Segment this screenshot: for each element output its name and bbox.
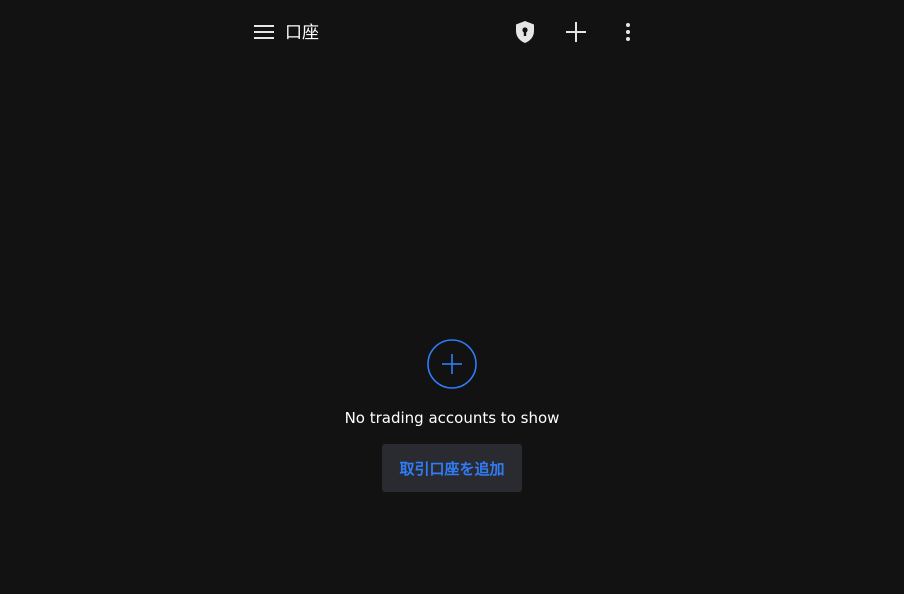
add-trading-account-button[interactable]: 取引口座を追加 <box>382 444 522 492</box>
app-bar: 口座 <box>0 0 904 64</box>
shield-keyhole-icon <box>516 21 534 43</box>
add-button[interactable] <box>560 16 592 48</box>
add-account-circle-button[interactable] <box>427 339 477 389</box>
plus-icon <box>566 22 586 42</box>
accounts-screen: 口座 No trading accounts to show 取引口座を追加 <box>0 0 904 594</box>
menu-button[interactable] <box>250 18 278 46</box>
empty-state-message: No trading accounts to show <box>344 409 560 427</box>
security-button[interactable] <box>509 16 541 48</box>
empty-state: No trading accounts to show 取引口座を追加 <box>0 339 904 492</box>
plus-circle-icon <box>427 339 477 389</box>
more-options-button[interactable] <box>612 16 644 48</box>
more-vertical-icon <box>626 23 630 41</box>
menu-icon <box>254 25 274 39</box>
page-title: 口座 <box>285 23 319 43</box>
